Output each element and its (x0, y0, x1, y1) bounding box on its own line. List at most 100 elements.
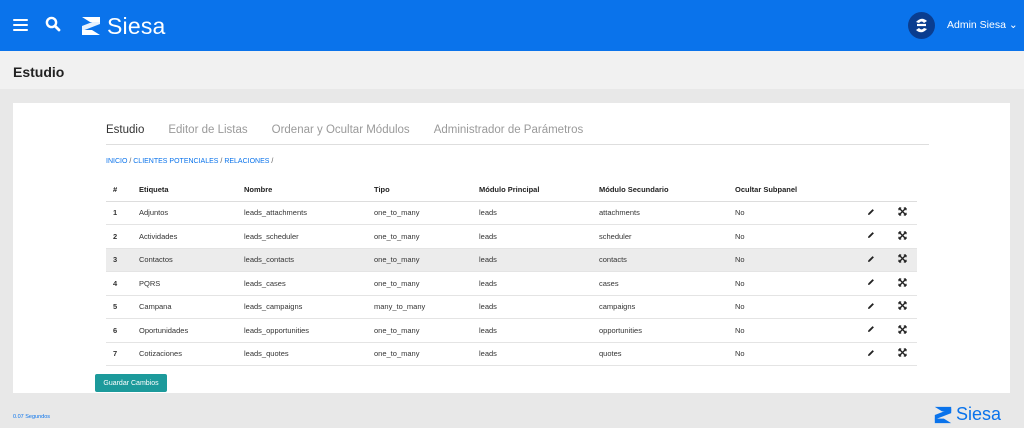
breadcrumb-inicio[interactable]: INICIO (106, 158, 127, 165)
table-row[interactable]: 2 Actividades leads_scheduler one_to_many le… (106, 224, 917, 249)
delete-icon[interactable] (887, 295, 917, 319)
table-cell: leads (479, 295, 599, 319)
row-number: 6 (106, 318, 139, 343)
search-icon[interactable] (45, 16, 61, 32)
table-row[interactable]: 1 Adjuntos leads_attachments one_to_many lea… (106, 201, 917, 225)
table-cell: one_to_many (374, 201, 479, 225)
column-header-edit (855, 179, 887, 202)
table-cell: many_to_many (374, 295, 479, 319)
edit-icon[interactable] (855, 224, 887, 249)
column-header-delete (887, 179, 917, 202)
table-cell: Adjuntos (139, 201, 244, 225)
table-cell: Campana (139, 295, 244, 319)
row-number: 4 (106, 271, 139, 296)
table-cell: one_to_many (374, 342, 479, 366)
edit-icon[interactable] (855, 318, 887, 343)
siesa-logo-mark-icon (934, 406, 952, 423)
table-row[interactable]: 7 Cotizaciones leads_quotes one_to_many lead… (106, 342, 917, 366)
table-cell: leads_quotes (244, 342, 374, 366)
table-cell: No (735, 295, 855, 319)
delete-icon[interactable] (887, 224, 917, 249)
column-header: # (106, 179, 139, 202)
column-header: Módulo Secundario (599, 179, 735, 202)
table-row[interactable]: 3 Contactos leads_contacts one_to_many leads… (106, 248, 917, 272)
table-cell: No (735, 224, 855, 249)
user-menu-dropdown[interactable]: Admin Siesa ⌄ (947, 19, 1018, 31)
table-cell: Oportunidades (139, 318, 244, 343)
table-cell: leads (479, 224, 599, 249)
row-number: 2 (106, 224, 139, 249)
edit-icon[interactable] (855, 271, 887, 296)
breadcrumb-clientes-potenciales[interactable]: CLIENTES POTENCIALES (133, 158, 218, 165)
content-card: Estudio Editor de Listas Ordenar y Ocult… (13, 103, 1010, 393)
table-cell: leads (479, 318, 599, 343)
table-cell: Contactos (139, 248, 244, 272)
delete-icon[interactable] (887, 271, 917, 296)
relationships-table: # Etiqueta Nombre Tipo Módulo Principal … (106, 179, 917, 366)
column-header: Tipo (374, 179, 479, 202)
column-header: Etiqueta (139, 179, 244, 202)
footer-load-time: 0.07 Segundos (13, 414, 51, 420)
table-cell: quotes (599, 342, 735, 366)
tab-estudio[interactable]: Estudio (106, 124, 144, 140)
user-avatar-icon[interactable] (908, 12, 935, 39)
table-cell: campaigns (599, 295, 735, 319)
table-cell: cases (599, 271, 735, 296)
table-row[interactable]: 4 PQRS leads_cases one_to_many leads cases No (106, 271, 917, 296)
edit-icon[interactable] (855, 201, 887, 225)
table-cell: leads (479, 248, 599, 272)
delete-icon[interactable] (887, 342, 917, 366)
siesa-logo[interactable]: Siesa (80, 13, 166, 39)
table-cell: PQRS (139, 271, 244, 296)
row-number: 3 (106, 248, 139, 272)
row-number: 7 (106, 342, 139, 366)
edit-icon[interactable] (855, 342, 887, 366)
table-cell: leads_scheduler (244, 224, 374, 249)
tab-administrador-parametros[interactable]: Administrador de Parámetros (434, 124, 584, 140)
studio-tabs: Estudio Editor de Listas Ordenar y Ocult… (106, 124, 607, 140)
row-number: 1 (106, 201, 139, 225)
table-cell: leads_cases (244, 271, 374, 296)
table-cell: contacts (599, 248, 735, 272)
table-cell: one_to_many (374, 248, 479, 272)
delete-icon[interactable] (887, 248, 917, 272)
table-cell: leads_attachments (244, 201, 374, 225)
table-cell: leads_contacts (244, 248, 374, 272)
breadcrumb-relaciones[interactable]: RELACIONES (224, 158, 269, 165)
brand-name: Siesa (107, 12, 166, 39)
table-cell: leads_campaigns (244, 295, 374, 319)
save-changes-button[interactable]: Guardar Cambios (95, 374, 167, 392)
table-cell: No (735, 318, 855, 343)
delete-icon[interactable] (887, 318, 917, 343)
edit-icon[interactable] (855, 248, 887, 272)
table-cell: leads (479, 342, 599, 366)
table-cell: scheduler (599, 224, 735, 249)
edit-icon[interactable] (855, 295, 887, 319)
table-row[interactable]: 5 Campana leads_campaigns many_to_many leads… (106, 295, 917, 319)
table-row[interactable]: 6 Oportunidades leads_opportunities one_to_… (106, 318, 917, 343)
siesa-logo-mark-icon (82, 17, 100, 35)
page-title: Estudio (13, 64, 65, 80)
tabs-divider (106, 144, 929, 145)
column-header: Nombre (244, 179, 374, 202)
table-cell: leads (479, 271, 599, 296)
hamburger-menu-icon[interactable] (13, 19, 28, 32)
breadcrumb-separator: / (129, 158, 132, 165)
table-cell: No (735, 271, 855, 296)
delete-icon[interactable] (887, 201, 917, 225)
page-title-bar: Estudio (0, 51, 1024, 89)
table-cell: one_to_many (374, 224, 479, 249)
table-cell: Actividades (139, 224, 244, 249)
table-cell: opportunities (599, 318, 735, 343)
breadcrumb: INICIO / CLIENTES POTENCIALES / RELACION… (106, 158, 273, 165)
table-cell: No (735, 342, 855, 366)
table-cell: No (735, 201, 855, 225)
top-navbar: Siesa Admin Siesa ⌄ (0, 0, 1024, 51)
footer-siesa-logo: Siesa (933, 404, 1001, 425)
table-cell: No (735, 248, 855, 272)
tab-ordenar-ocultar-modulos[interactable]: Ordenar y Ocultar Módulos (272, 124, 410, 140)
tab-editor-listas[interactable]: Editor de Listas (168, 124, 247, 140)
breadcrumb-separator: / (220, 158, 223, 165)
column-header: Ocultar Subpanel (735, 179, 855, 202)
table-cell: attachments (599, 201, 735, 225)
